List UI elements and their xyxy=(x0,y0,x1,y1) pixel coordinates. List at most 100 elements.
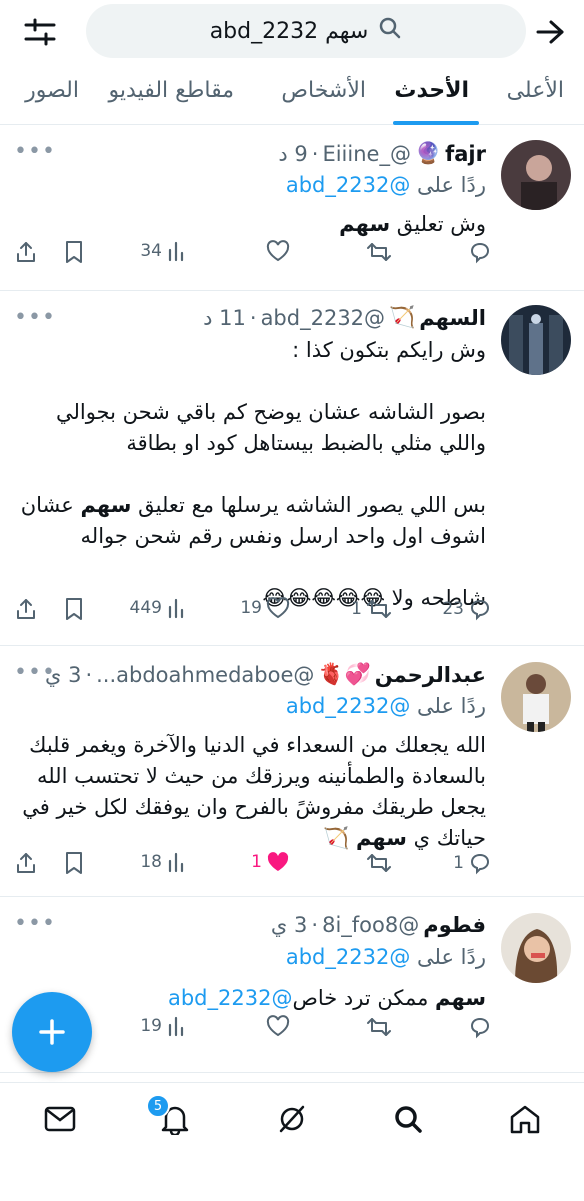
tab-top[interactable]: الأعلى xyxy=(507,78,564,103)
views-chart-icon xyxy=(168,241,184,262)
search-query: سهم abd_2232 xyxy=(209,18,369,44)
tweet[interactable]: ••• السهم 🏹 @abd_2232 · 11 د وش رايكم بت… xyxy=(0,291,584,646)
avatar[interactable] xyxy=(501,913,571,983)
tweet-mention[interactable]: @abd_2232 xyxy=(168,986,292,1010)
retweet-button[interactable]: 1 xyxy=(351,597,392,621)
views-button[interactable]: 18 xyxy=(140,851,188,873)
reply-context: ردًا على @abd_2232 xyxy=(286,173,486,197)
reply-mention[interactable]: @abd_2232 xyxy=(286,694,410,718)
tweet-header: عبدالرحمن 💞🫀 @abdoahmedaboe... · 3 ي xyxy=(44,662,486,687)
share-button[interactable] xyxy=(14,851,38,875)
heart-icon xyxy=(266,240,290,262)
tweet-header: فطوم @8i_foo8 · 3 ي xyxy=(270,913,486,937)
tab-people[interactable]: الأشخاص xyxy=(281,78,366,103)
display-name[interactable]: عبدالرحمن xyxy=(375,663,486,687)
bookmark-button[interactable] xyxy=(64,240,84,264)
filter-settings-icon[interactable] xyxy=(20,14,60,50)
compose-button[interactable] xyxy=(12,992,92,1072)
bookmark-icon xyxy=(66,852,82,874)
avatar[interactable] xyxy=(501,140,571,210)
reply-prefix: ردًا على xyxy=(417,173,486,197)
share-button[interactable] xyxy=(14,240,38,264)
back-arrow-icon[interactable] xyxy=(532,14,568,50)
tweet-actions: 1 1 18 xyxy=(0,851,584,887)
like-button[interactable]: 19 xyxy=(240,597,290,619)
retweet-count: 1 xyxy=(351,599,362,619)
messages-mail-icon[interactable] xyxy=(40,1101,80,1137)
reply-icon xyxy=(470,242,490,264)
like-button[interactable] xyxy=(262,1015,290,1037)
display-name[interactable]: fajr xyxy=(445,142,486,166)
bottom-nav xyxy=(0,1082,584,1201)
heart-icon xyxy=(266,597,290,619)
heart-filled-icon xyxy=(267,852,289,871)
like-button[interactable] xyxy=(262,240,290,262)
views-button[interactable]: 34 xyxy=(140,240,188,262)
reply-button[interactable]: 23 xyxy=(442,597,492,621)
retweet-button[interactable] xyxy=(362,240,392,264)
more-options-icon[interactable]: ••• xyxy=(14,911,56,936)
reply-button[interactable]: 1 xyxy=(453,851,492,875)
bookmark-button[interactable] xyxy=(64,851,84,875)
plus-icon xyxy=(39,1019,65,1045)
notifications-badge: 5 xyxy=(146,1094,170,1118)
reply-button[interactable] xyxy=(464,240,492,264)
like-button[interactable]: 1 xyxy=(251,851,290,873)
avatar[interactable] xyxy=(501,662,571,732)
tweet-paragraph: بصور الشاشه عشان يوضح كم باقي شحن بجوالي… xyxy=(55,400,486,455)
view-count: 18 xyxy=(140,852,162,872)
tweet-text-bold: سهم xyxy=(435,986,486,1010)
top-bar: سهم abd_2232 xyxy=(0,0,584,66)
like-count: 1 xyxy=(251,852,262,872)
reply-mention[interactable]: @abd_2232 xyxy=(286,173,410,197)
more-options-icon[interactable]: ••• xyxy=(14,139,56,164)
more-options-icon[interactable]: ••• xyxy=(14,305,56,330)
handle[interactable]: @_Eiiine xyxy=(322,142,411,166)
like-count: 19 xyxy=(240,598,262,618)
tab-videos[interactable]: مقاطع الفيديو xyxy=(109,78,234,103)
tweet-text-part: وش تعليق xyxy=(390,212,486,236)
reply-mention[interactable]: @abd_2232 xyxy=(286,945,410,969)
views-button[interactable]: 19 xyxy=(140,1015,188,1037)
tweet[interactable]: ••• fajr 🔮 @_Eiiine · 9 د ردًا على @abd_… xyxy=(0,125,584,291)
tweet-text-bold: سهم xyxy=(339,212,391,236)
handle[interactable]: @abd_2232 xyxy=(261,306,385,330)
handle[interactable]: @abdoahmedaboe... xyxy=(96,663,314,687)
search-field[interactable]: سهم abd_2232 xyxy=(86,4,526,58)
view-count: 19 xyxy=(140,1016,162,1036)
reply-icon xyxy=(470,1017,490,1039)
display-name[interactable]: فطوم xyxy=(423,913,486,937)
reply-prefix: ردًا على xyxy=(417,694,486,718)
reply-context: ردًا على @abd_2232 xyxy=(286,694,486,718)
share-icon xyxy=(17,853,35,873)
avatar[interactable] xyxy=(501,305,571,375)
tab-photos[interactable]: الصور xyxy=(25,78,79,103)
views-chart-icon xyxy=(168,852,184,873)
tweet-text-part: الله يجعلك من السعداء في الدنيا والآخرة … xyxy=(22,733,486,850)
reply-button[interactable] xyxy=(464,1015,492,1039)
timestamp: 3 ي xyxy=(44,662,82,687)
tweet-header: fajr 🔮 @_Eiiine · 9 د xyxy=(278,141,486,166)
retweet-button[interactable] xyxy=(362,1015,392,1039)
tweet-text-part: بس اللي يصور الشاشه يرسلها مع تعليق xyxy=(131,493,486,517)
tweet-text-bold: سهم xyxy=(80,493,132,517)
tweet-text: وش رايكم بتكون كذا : بصور الشاشه عشان يو… xyxy=(16,335,486,614)
timestamp: 9 د xyxy=(278,141,308,166)
explore-search-icon[interactable] xyxy=(388,1101,428,1137)
home-icon[interactable] xyxy=(505,1101,545,1137)
bookmark-icon xyxy=(66,598,82,620)
search-icon xyxy=(378,16,402,46)
display-name[interactable]: السهم xyxy=(419,306,486,330)
tweet-header: السهم 🏹 @abd_2232 · 11 د xyxy=(203,305,486,330)
name-emoji: 🏹 xyxy=(389,305,416,329)
bookmark-button[interactable] xyxy=(64,597,84,621)
grok-slash-icon[interactable] xyxy=(272,1101,312,1137)
retweet-button[interactable] xyxy=(362,851,392,875)
share-button[interactable] xyxy=(14,597,38,621)
tweet[interactable]: ••• عبدالرحمن 💞🫀 @abdoahmedaboe... · 3 ي… xyxy=(0,646,584,897)
tweet-actions: 34 xyxy=(0,240,584,276)
views-button[interactable]: 449 xyxy=(130,597,188,619)
tab-latest[interactable]: الأحدث xyxy=(394,78,469,103)
tweet-text: الله يجعلك من السعداء في الدنيا والآخرة … xyxy=(16,730,486,854)
handle[interactable]: @8i_foo8 xyxy=(322,913,419,937)
